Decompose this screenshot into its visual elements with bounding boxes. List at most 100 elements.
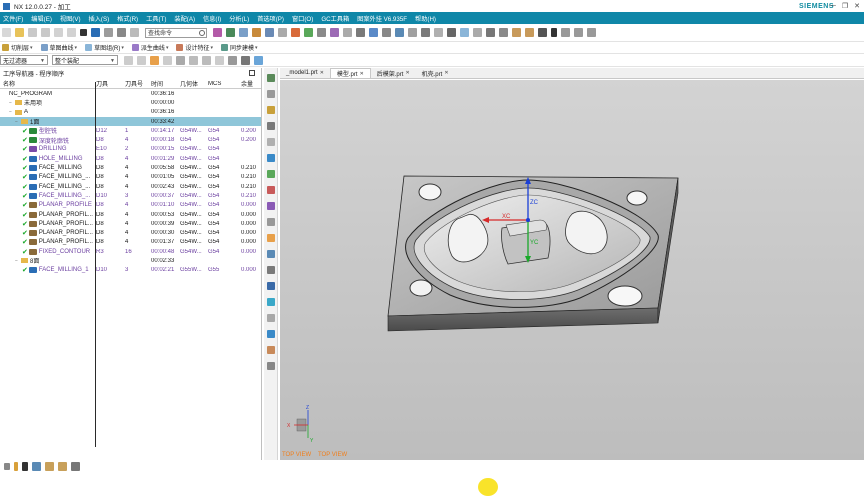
save-icon[interactable]: [28, 28, 37, 37]
operation-row[interactable]: ✔ DRILLING E10 2 00:00:15 G54W... G54: [0, 145, 261, 154]
machine-navigator-icon[interactable]: [267, 282, 275, 290]
operation-row[interactable]: ✔ FACE_MILLING_1 D10 3 00:02:21 G55W... G55 0.0…: [0, 266, 261, 275]
arrow-left-icon[interactable]: [4, 462, 10, 470]
palette-icon[interactable]: [267, 266, 275, 274]
snap-point-icon[interactable]: [150, 55, 159, 65]
layer-navigator-icon[interactable]: [267, 330, 275, 338]
roles-icon[interactable]: [267, 218, 275, 226]
pin-icon[interactable]: [14, 461, 18, 471]
maximize-panel-icon[interactable]: [249, 70, 255, 76]
navigator-tab-icon[interactable]: [267, 74, 275, 82]
operation-row[interactable]: ✔ FACE_MILLING D8 4 00:05:58 G54W... G54 0.210: [0, 163, 261, 172]
new-file-icon[interactable]: [2, 28, 11, 37]
create-operation-icon[interactable]: [265, 28, 274, 37]
snap-mid-icon[interactable]: [176, 55, 185, 65]
menu-item[interactable]: 装配(A): [174, 14, 195, 23]
column-header[interactable]: 几何体: [180, 79, 208, 88]
graphics-viewport[interactable]: ZC XC YC Z X Y TOP VIEW TOP VIEW: [280, 80, 864, 460]
web-browser-icon[interactable]: [267, 154, 275, 162]
column-header[interactable]: 刀具: [96, 79, 125, 88]
file-tab[interactable]: 机壳.prt ✕: [416, 68, 455, 78]
hd3d-tools-icon[interactable]: [267, 250, 275, 258]
menu-item[interactable]: 插入(S): [89, 14, 110, 23]
reuse-library-icon[interactable]: [267, 138, 275, 146]
create-program-icon[interactable]: [213, 28, 222, 37]
delete-icon[interactable]: [80, 29, 87, 36]
transform-icon[interactable]: [434, 28, 443, 37]
part-list-icon[interactable]: [267, 362, 275, 370]
menu-item[interactable]: 视图(V): [60, 14, 81, 23]
file-tab[interactable]: 后模架.prt ✕: [371, 68, 416, 78]
line-tool-icon[interactable]: [561, 28, 570, 37]
display-settings-icon[interactable]: [460, 28, 469, 37]
menu-item[interactable]: 信息(I): [203, 14, 221, 23]
create-tool-icon[interactable]: [226, 28, 235, 37]
verify-toolpath-icon[interactable]: [317, 28, 326, 37]
ribbon-group-button[interactable]: 草图组(R) ▾: [83, 43, 124, 52]
history-icon[interactable]: [267, 170, 275, 178]
menu-item[interactable]: 格式(R): [117, 14, 138, 23]
undo-icon[interactable]: [91, 28, 100, 37]
open-folder-icon[interactable]: [15, 28, 24, 37]
operation-row[interactable]: ✔ PLANAR_PROFIL... D8 4 00:00:39 G54W... G54 0.…: [0, 219, 261, 228]
toolpath-display-icon[interactable]: [408, 28, 417, 37]
ribbon-group-button[interactable]: 同步建模 ▾: [219, 43, 258, 52]
arrow-down-icon[interactable]: [538, 28, 547, 37]
copy-icon[interactable]: [54, 28, 63, 37]
column-header[interactable]: 名称: [0, 79, 96, 88]
column-header[interactable]: MCS: [208, 81, 241, 87]
operation-row[interactable]: ✔ FACE_MILLING_... D8 4 00:01:05 G54W... G54 0.…: [0, 173, 261, 182]
snap-center-icon[interactable]: [189, 55, 198, 65]
snap-quadrant-icon[interactable]: [202, 55, 211, 65]
snap-intersect-icon[interactable]: [215, 55, 224, 65]
close-tab-icon[interactable]: ✕: [320, 70, 324, 76]
machine-tool-view-icon[interactable]: [369, 28, 378, 37]
measure-icon[interactable]: [447, 28, 456, 37]
tree-row[interactable]: NC_PROGRAM 00:36:16: [0, 89, 261, 98]
menu-item[interactable]: 首选项(P): [257, 14, 284, 23]
select-all-icon[interactable]: [124, 55, 133, 65]
postprocess-icon[interactable]: [330, 28, 339, 37]
deselect-icon[interactable]: [137, 55, 146, 65]
plus-icon[interactable]: [551, 28, 557, 37]
shop-doc-icon[interactable]: [343, 28, 352, 37]
file-tab[interactable]: 模型.prt ✕: [329, 68, 371, 78]
plus-icon[interactable]: [22, 461, 28, 471]
column-header[interactable]: 刀具号: [125, 79, 151, 88]
view-orient-icon[interactable]: [228, 55, 237, 65]
tool-navigator-icon[interactable]: [267, 298, 275, 306]
tree-row[interactable]: −1面 00:33:42: [0, 116, 261, 127]
menu-item[interactable]: 帮助(H): [415, 14, 436, 23]
command-search-field[interactable]: 查找命令: [145, 27, 207, 38]
ribbon-group-button[interactable]: 草图曲线 ▾: [39, 43, 77, 52]
generate-toolpath-icon[interactable]: [291, 28, 300, 37]
redo-icon[interactable]: [104, 28, 113, 37]
feature-navigator-icon[interactable]: [267, 314, 275, 322]
operation-row[interactable]: ✔ FACE_MILLING_... D10 3 00:00:37 G54W... G54 0…: [0, 191, 261, 200]
tool-icon[interactable]: [45, 461, 54, 471]
create-geometry-icon[interactable]: [239, 28, 248, 37]
menu-item[interactable]: GC工具箱: [321, 14, 349, 23]
holder-icon[interactable]: [58, 461, 67, 471]
layer-settings-icon[interactable]: [473, 28, 482, 37]
operation-row[interactable]: ✔ FACE_MILLING_... D8 4 00:02:43 G54W... G54 0.…: [0, 182, 261, 191]
process-studio-icon[interactable]: [267, 186, 275, 194]
close-tab-icon[interactable]: ✕: [405, 70, 409, 76]
operation-row[interactable]: ✔ PLANAR_PROFIL... D8 4 00:01:37 G54W... G54 0.…: [0, 238, 261, 247]
render-style-icon[interactable]: [241, 55, 250, 65]
search-icon[interactable]: [199, 29, 205, 36]
close-tab-icon[interactable]: ✕: [360, 71, 364, 77]
snap-end-icon[interactable]: [163, 55, 172, 65]
column-header[interactable]: 余量: [241, 79, 261, 88]
repeat-command-icon[interactable]: [117, 28, 126, 37]
menu-item[interactable]: 文件(F): [3, 14, 23, 23]
file-tab[interactable]: _model1.prt ✕: [280, 68, 330, 78]
system-materials-icon[interactable]: [267, 234, 275, 242]
operation-row[interactable]: ✔ PLANAR_PROFILE D8 4 00:01:10 G54W... G54 0.00…: [0, 201, 261, 210]
close-tab-icon[interactable]: ✕: [444, 70, 448, 76]
replay-toolpath-icon[interactable]: [304, 28, 313, 37]
menu-item[interactable]: 图案外挂 V6.935F: [357, 14, 407, 23]
operation-row[interactable]: ✔ 型腔铣 D12 1 00:14:17 G54W... G54 0.200: [0, 126, 261, 135]
program-order-view-icon[interactable]: [356, 28, 365, 37]
menu-item[interactable]: 窗口(O): [292, 14, 313, 23]
